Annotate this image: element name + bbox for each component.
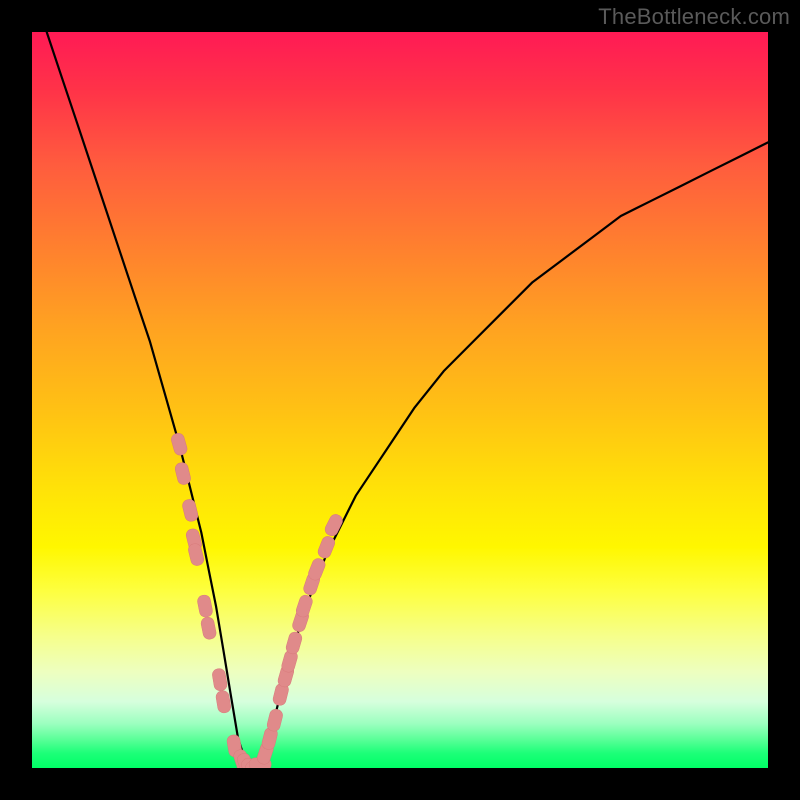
data-point-marker [187,542,205,566]
data-point-marker [211,668,227,692]
chart-overlay-svg [32,32,768,768]
data-point-marker [285,631,304,656]
bottleneck-curve [47,32,768,768]
watermark-text: TheBottleneck.com [598,4,790,30]
plot-area [32,32,768,768]
data-point-marker [196,594,213,618]
data-point-marker [174,461,192,485]
chart-frame: TheBottleneck.com [0,0,800,800]
data-point-marker [323,512,344,537]
data-point-markers [170,432,345,768]
data-point-marker [181,498,199,522]
data-point-marker [215,690,231,714]
data-point-marker [200,616,217,640]
data-point-marker [266,708,284,732]
data-point-marker [170,432,189,457]
